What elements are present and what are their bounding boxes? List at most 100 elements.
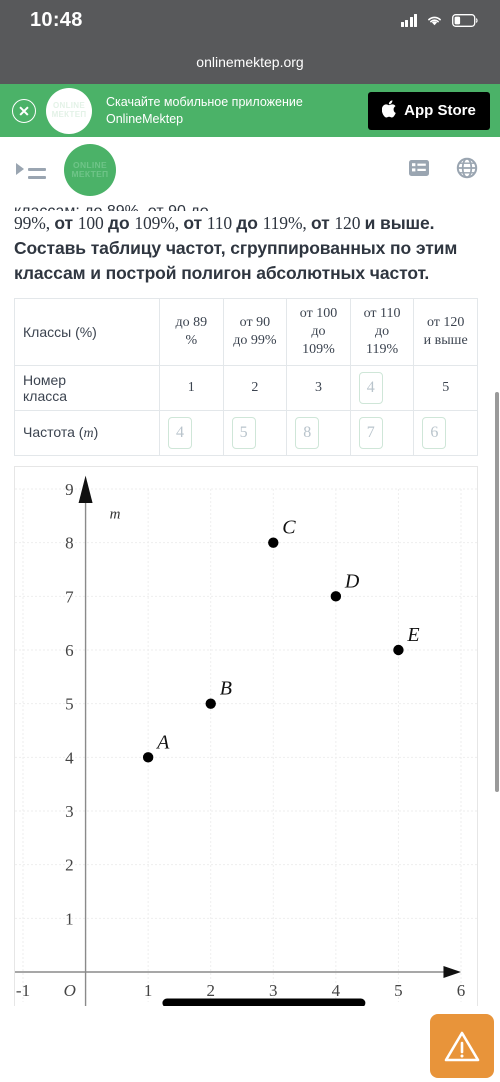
- data-point-A[interactable]: A: [142, 731, 170, 763]
- banner-message-line2: OnlineMektep: [106, 111, 184, 126]
- data-point-B[interactable]: B: [205, 678, 232, 709]
- frequency-input-5[interactable]: 6: [422, 417, 447, 450]
- svg-text:8: 8: [65, 534, 74, 553]
- frequency-input-1[interactable]: 4: [168, 417, 192, 450]
- svg-text:1: 1: [65, 909, 74, 928]
- banner-logo-line2: МЕКТЕП: [51, 109, 87, 119]
- task-statement: 99%, от 100 до 109%, от 110 до 119%, от …: [14, 211, 486, 286]
- frequency-cell-2: 5: [222, 410, 288, 457]
- data-point-D[interactable]: D: [330, 570, 360, 602]
- task-l1-j: от: [311, 213, 335, 233]
- frequency-input-2[interactable]: 5: [231, 417, 256, 450]
- row-header-class-number-l1: Номер: [23, 372, 67, 389]
- frequency-cell-3: 8: [286, 410, 351, 457]
- row-header-frequency-close: ): [93, 424, 99, 441]
- row-header-frequency-text: Частота (: [23, 424, 84, 441]
- data-point-E[interactable]: E: [393, 624, 420, 656]
- row-header-frequency: Частота (m): [14, 410, 160, 457]
- frequency-input-4[interactable]: 7: [358, 417, 383, 450]
- close-icon[interactable]: [12, 98, 36, 123]
- frequency-polygon-chart[interactable]: 1 2 3 4 5 6 7 8 9 m O -1 1 2 3 4 5 6 A B C D E: [14, 466, 478, 1007]
- data-point-label-D: D: [344, 570, 360, 592]
- banner-message: Скачайте мобильное приложение OnlineMekt…: [102, 94, 358, 128]
- site-navigation-bar: ONLINE МЕКТЕП: [0, 137, 500, 203]
- class-cell-5: от 120 и выше: [413, 297, 478, 367]
- class-number-cell-1: 1: [159, 365, 224, 412]
- class-cell-3: от 100 до 109%: [286, 297, 351, 367]
- site-logo-line2: МЕКТЕП: [71, 169, 109, 179]
- svg-text:9: 9: [65, 480, 74, 499]
- wifi-icon: [428, 16, 441, 25]
- status-bar: 10:48: [0, 0, 500, 40]
- data-point-C[interactable]: C: [268, 517, 296, 548]
- class-number-cell-4: 4: [349, 365, 415, 412]
- svg-text:m: m: [110, 507, 121, 523]
- task-l1-h: до: [236, 213, 263, 233]
- warning-triangle-icon: [444, 1031, 480, 1061]
- row-header-frequency-var: m: [83, 426, 94, 442]
- class-cell-2: от 90 до 99%: [222, 297, 288, 367]
- svg-text:5: 5: [394, 981, 403, 1000]
- svg-text:4: 4: [65, 748, 74, 767]
- class-number-cell-2: 2: [222, 365, 288, 412]
- svg-text:2: 2: [206, 981, 215, 1000]
- data-point-label-A: A: [155, 731, 170, 753]
- row-header-classes: Классы (%): [14, 297, 160, 367]
- cellular-signal-icon: [400, 13, 417, 27]
- class-number-cell-5: 5: [413, 365, 478, 412]
- banner-message-line1: Скачайте мобильное приложение: [106, 94, 303, 109]
- class-cell-4: от 110 до 119%: [349, 297, 415, 367]
- svg-text:3: 3: [65, 802, 74, 821]
- row-header-class-number: Номер класса: [14, 365, 160, 412]
- browser-url-bar[interactable]: onlinemektep.org: [0, 40, 500, 84]
- frequency-cell-5: 6: [413, 410, 478, 457]
- menu-expand-icon[interactable]: [16, 159, 46, 181]
- task-l1-g: 110: [206, 213, 237, 233]
- list-view-icon[interactable]: [408, 158, 430, 183]
- apple-icon: [382, 100, 396, 118]
- class-cell-1: до 89 %: [159, 297, 224, 367]
- data-point-label-B: B: [220, 678, 232, 700]
- svg-text:3: 3: [269, 981, 278, 1000]
- svg-text:2: 2: [65, 856, 74, 875]
- task-l1-b: от: [54, 213, 78, 233]
- url-text: onlinemektep.org: [196, 54, 304, 70]
- task-l1-f: от: [183, 213, 207, 233]
- app-store-label: App Store: [404, 102, 476, 119]
- frequency-input-3[interactable]: 8: [295, 417, 320, 450]
- table-row-frequency: Частота (m) 4 5 8 7 6: [14, 410, 478, 457]
- svg-text:O: O: [64, 981, 76, 1000]
- page-scrollbar[interactable]: [495, 392, 499, 792]
- chart-canvas[interactable]: 1 2 3 4 5 6 7 8 9 m O -1 1 2 3 4 5 6 A B C D E: [15, 467, 477, 1007]
- app-store-button[interactable]: App Store: [368, 91, 490, 130]
- task-l1-a: 99%,: [14, 213, 55, 233]
- site-logo[interactable]: ONLINE МЕКТЕП: [64, 144, 116, 196]
- task-line-3: классам и построй полигон абсолютных час…: [14, 262, 430, 283]
- table-row-classes: Классы (%) до 89 % от 90 до 99% от 100 д…: [14, 297, 478, 367]
- task-line-1: 99%, от 100 до 109%, от 110 до 119%, от …: [14, 211, 486, 236]
- banner-logo: ONLINE МЕКТЕП: [46, 87, 92, 134]
- app-install-banner: ONLINE МЕКТЕП Скачайте мобильное приложе…: [0, 84, 500, 137]
- battery-icon: [452, 13, 478, 27]
- frequency-cell-1: 4: [159, 410, 224, 457]
- svg-text:1: 1: [144, 981, 153, 1000]
- class-number-input-4[interactable]: 4: [358, 372, 383, 405]
- row-header-class-number-l2: класса: [23, 388, 68, 405]
- svg-text:-1: -1: [16, 981, 30, 1000]
- svg-text:6: 6: [65, 641, 74, 660]
- task-l1-k: 120: [334, 213, 365, 233]
- warning-report-button[interactable]: [430, 1014, 494, 1078]
- svg-text:5: 5: [65, 695, 74, 714]
- frequency-table: Классы (%) до 89 % от 90 до 99% от 100 д…: [14, 297, 478, 457]
- svg-text:7: 7: [65, 587, 74, 606]
- data-point-label-E: E: [406, 624, 419, 646]
- lesson-content: классам: до 89%, от 90 до 99%, от 100 до…: [0, 203, 500, 1007]
- task-l1-i: 119%,: [262, 213, 311, 233]
- status-bar-time: 10:48: [30, 8, 83, 31]
- task-l1-d: до: [107, 213, 135, 233]
- task-l1-e: 109%,: [134, 213, 184, 233]
- task-l1-c: 100: [77, 213, 108, 233]
- task-line-2: Составь таблицу частот, сгруппированных …: [14, 237, 458, 258]
- globe-language-icon[interactable]: [456, 157, 478, 184]
- task-l1-l: и выше.: [364, 213, 435, 233]
